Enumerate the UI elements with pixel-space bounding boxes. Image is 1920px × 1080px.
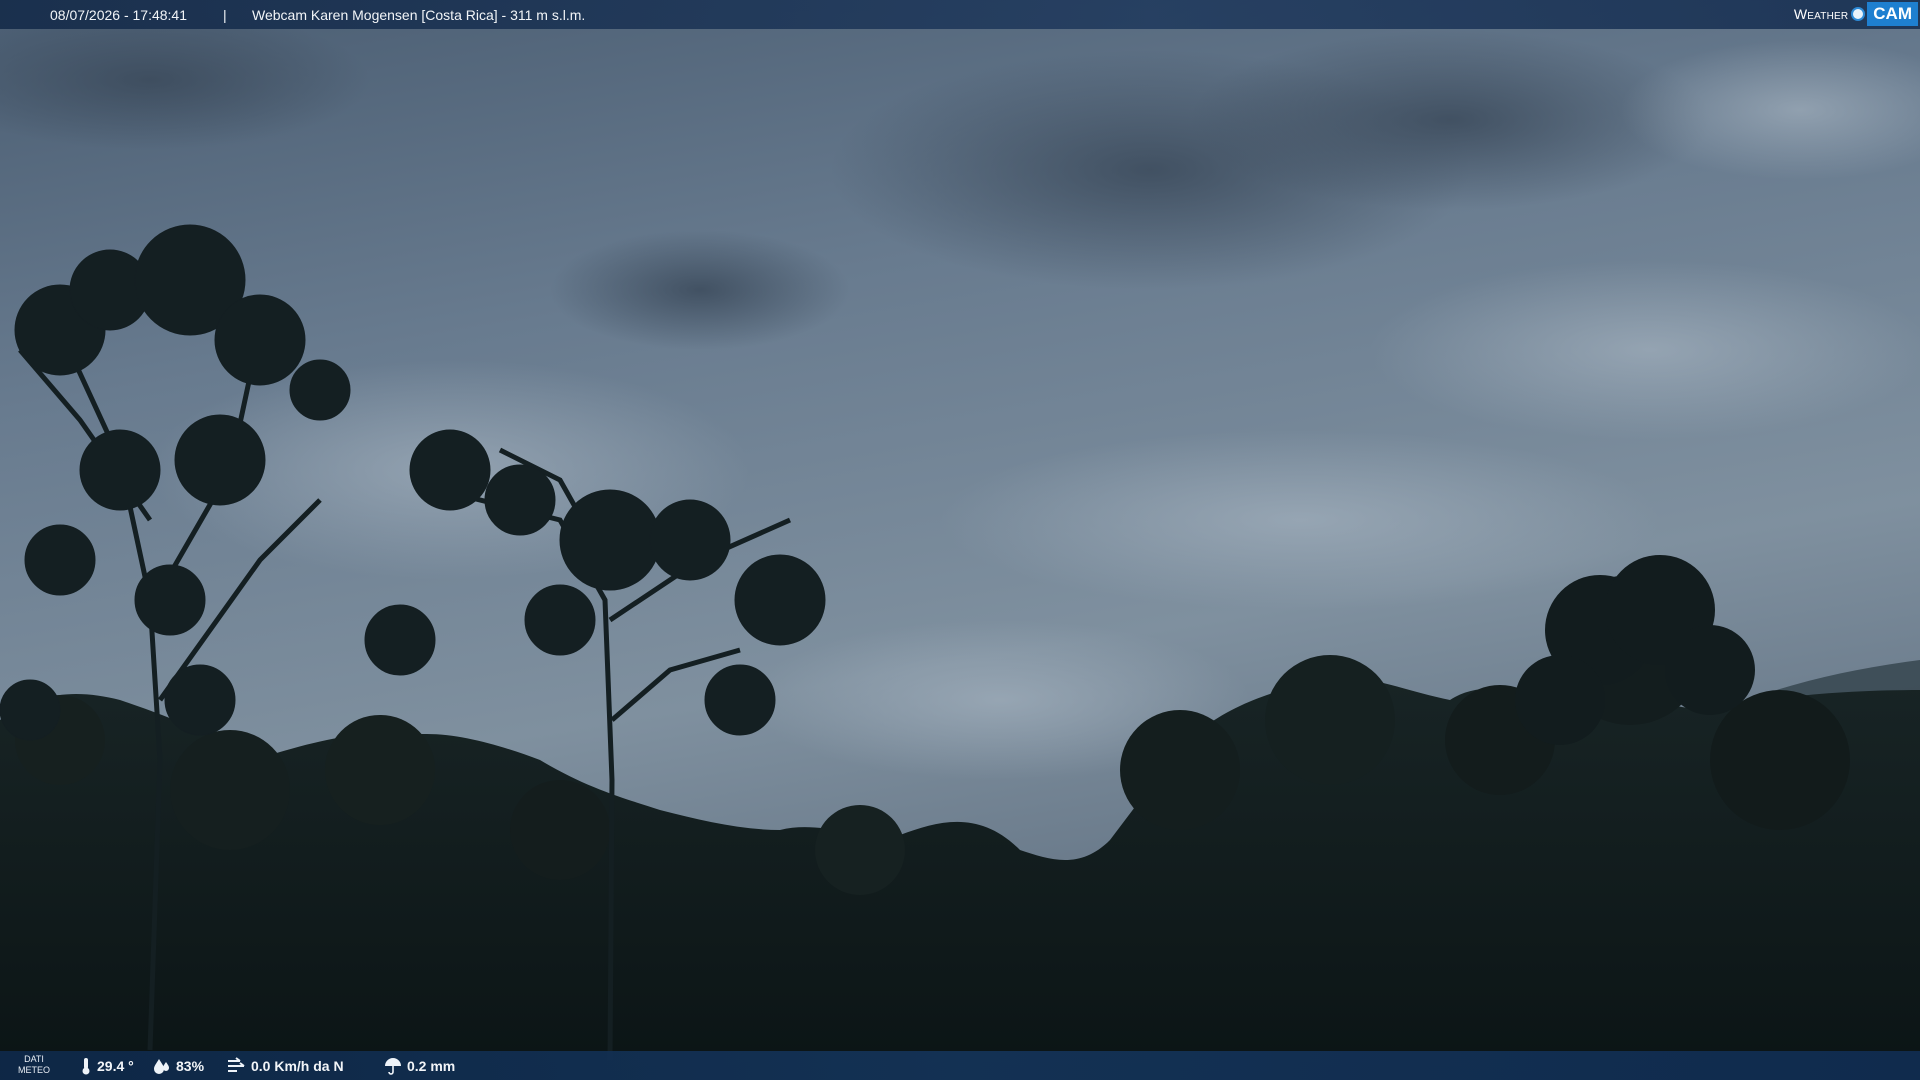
rain-readout: 0.2 mm bbox=[384, 1057, 455, 1075]
logo-badge: CAM bbox=[1867, 2, 1918, 26]
humidity-readout: 83% bbox=[153, 1057, 204, 1075]
logo-word: Weather bbox=[1793, 6, 1849, 22]
temperature-value: 29.4 ° bbox=[97, 1058, 134, 1074]
camera-title: Webcam Karen Mogensen [Costa Rica] - 311… bbox=[252, 7, 586, 23]
weather-data-bar: DATI METEO 29.4 ° 83% 0.0 Km/h da N 0.2 … bbox=[0, 1051, 1920, 1080]
wind-value: 0.0 Km/h da N bbox=[251, 1058, 344, 1074]
webcam-image bbox=[0, 0, 1920, 1080]
rain-value: 0.2 mm bbox=[407, 1058, 456, 1074]
meteo-label: DATI METEO bbox=[18, 1054, 50, 1076]
humidity-value: 83% bbox=[176, 1058, 205, 1074]
timestamp: 08/07/2026 - 17:48:41 bbox=[50, 7, 188, 23]
separator: | bbox=[223, 7, 227, 23]
wind-readout: 0.0 Km/h da N bbox=[226, 1057, 344, 1075]
humidity-drop-icon bbox=[154, 1059, 169, 1074]
umbrella-icon bbox=[385, 1058, 401, 1075]
meteo-label-line2: METEO bbox=[18, 1065, 51, 1075]
temperature-readout: 29.4 ° bbox=[80, 1057, 134, 1075]
top-info-bar: 08/07/2026 - 17:48:41 | Webcam Karen Mog… bbox=[0, 0, 1920, 29]
weathercam-logo: Weather CAM bbox=[1794, 2, 1918, 26]
wind-icon bbox=[228, 1057, 245, 1072]
meteo-label-line1: DATI bbox=[24, 1054, 44, 1064]
logo-dot-icon bbox=[1851, 7, 1866, 21]
thermometer-icon bbox=[82, 1058, 90, 1075]
